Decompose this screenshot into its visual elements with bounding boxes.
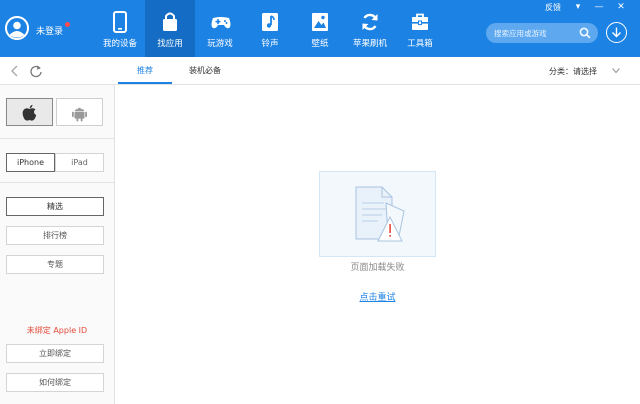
nav-label: 工具箱	[407, 39, 433, 49]
download-icon	[612, 27, 621, 38]
android-icon	[72, 107, 87, 122]
image-icon	[312, 13, 328, 31]
os-apple-button[interactable]	[6, 98, 53, 126]
divider	[0, 182, 114, 183]
how-to-bind-button[interactable]: 如何绑定	[6, 373, 104, 392]
nav-label: 壁纸	[311, 39, 329, 49]
nav-label: 找应用	[157, 39, 183, 49]
minimize-icon[interactable]: —	[592, 1, 606, 13]
search-box[interactable]: 搜索应用或游戏	[486, 23, 598, 43]
menu-dropdown-icon[interactable]: ▾	[571, 1, 585, 13]
tab-essentials[interactable]: 装机必备	[178, 57, 232, 84]
category-select[interactable]: 分类：请选择	[549, 66, 597, 77]
phone-icon	[113, 11, 127, 33]
refresh-icon	[362, 13, 378, 31]
sidebar: iPhone iPad 精选 排行榜 专题 未绑定 Apple ID 立即绑定 …	[0, 85, 115, 404]
feedback-link[interactable]: 反馈	[545, 2, 561, 13]
close-icon[interactable]: ✕	[614, 1, 628, 13]
broken-document-icon	[355, 186, 405, 242]
device-ipad-button[interactable]: iPad	[55, 153, 104, 172]
back-arrow-icon[interactable]	[9, 64, 21, 78]
user-avatar-icon[interactable]	[5, 16, 29, 40]
apple-icon	[22, 104, 37, 121]
nav-ringtones[interactable]: 铃声	[245, 0, 295, 57]
top-bar: 未登录 我的设备 找应用 玩游戏 铃声 壁纸 苹果刷机 工具箱 反馈 ▾ — ✕…	[0, 0, 640, 57]
section-featured-button[interactable]: 精选	[6, 197, 104, 216]
nav-toolbox[interactable]: 工具箱	[395, 0, 445, 57]
reload-icon[interactable]	[29, 64, 43, 78]
device-iphone-button[interactable]: iPhone	[6, 153, 55, 172]
nav-play-games[interactable]: 玩游戏	[195, 0, 245, 57]
gamepad-icon	[211, 17, 231, 29]
retry-link[interactable]: 点击重试	[320, 290, 435, 303]
notification-dot	[65, 22, 70, 27]
bind-now-button[interactable]: 立即绑定	[6, 344, 104, 363]
chevron-down-icon[interactable]	[612, 68, 620, 74]
nav-label: 玩游戏	[207, 39, 233, 49]
login-status[interactable]: 未登录	[36, 24, 63, 37]
nav-my-device[interactable]: 我的设备	[95, 0, 145, 57]
music-icon	[262, 13, 278, 31]
nav-find-app[interactable]: 找应用	[145, 0, 195, 57]
section-ranking-button[interactable]: 排行榜	[6, 226, 104, 245]
nav-apple-flash[interactable]: 苹果刷机	[345, 0, 395, 57]
bag-icon	[163, 12, 177, 31]
apple-id-status: 未绑定 Apple ID	[26, 326, 88, 335]
nav-label: 铃声	[261, 39, 279, 49]
section-topics-button[interactable]: 专题	[6, 255, 104, 274]
download-button[interactable]	[606, 22, 627, 43]
nav-label: 苹果刷机	[352, 39, 387, 49]
nav-label: 我的设备	[102, 39, 137, 49]
os-android-button[interactable]	[56, 98, 103, 126]
error-message: 页面加载失败	[350, 263, 405, 273]
nav-wallpaper[interactable]: 壁纸	[295, 0, 345, 57]
search-icon[interactable]	[579, 27, 591, 39]
search-input[interactable]: 搜索应用或游戏	[494, 28, 578, 39]
tab-recommend[interactable]: 推荐	[118, 57, 172, 84]
toolbox-icon	[412, 13, 428, 30]
divider	[0, 138, 114, 139]
sub-toolbar: 推荐 装机必备 分类：请选择	[0, 57, 640, 85]
error-illustration	[319, 171, 436, 257]
